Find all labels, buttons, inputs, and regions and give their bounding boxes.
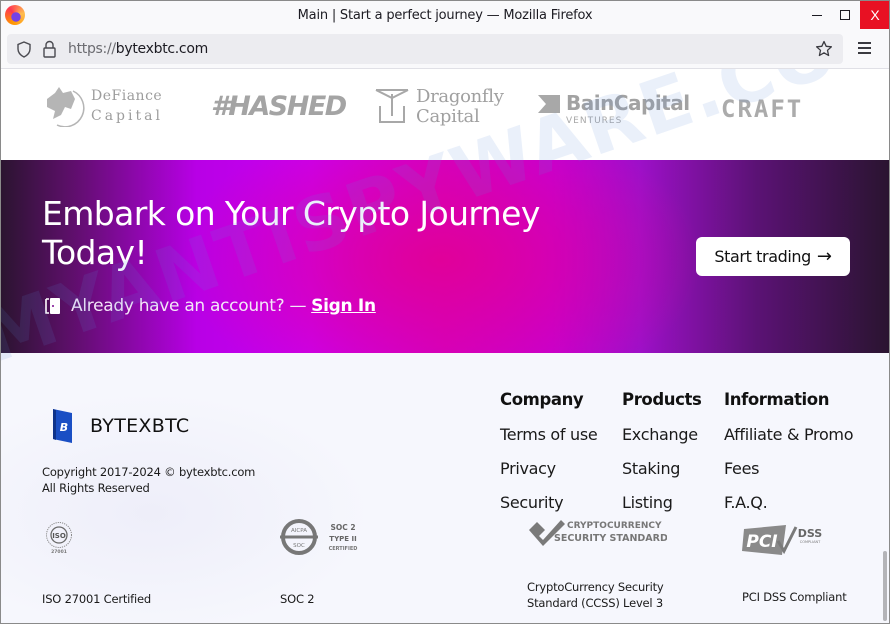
footer-link-staking[interactable]: Staking xyxy=(622,460,701,477)
cert-label: ISO 27001 Certified xyxy=(42,592,151,606)
bain-line2: VENTURES xyxy=(566,116,623,126)
shield-icon[interactable] xyxy=(16,41,32,58)
window-title: Main | Start a perfect journey — Mozilla… xyxy=(297,8,593,23)
browser-window: Main | Start a perfect journey — Mozilla… xyxy=(0,0,890,624)
brand-letter: B xyxy=(60,421,68,434)
dragonfly-line2: Capital xyxy=(416,106,480,127)
signin-row: Already have an account? — Sign In xyxy=(45,296,376,316)
footer-link-affiliate[interactable]: Affiliate & Promo xyxy=(724,426,854,443)
horse-icon xyxy=(47,87,85,127)
hashed-logo: #HASHED xyxy=(211,91,347,122)
nav-bar: https://bytexbtc.com xyxy=(1,31,889,69)
start-trading-label: Start trading xyxy=(714,247,811,266)
footer-link-terms[interactable]: Terms of use xyxy=(500,426,598,443)
account-prompt: Already have an account? — xyxy=(71,296,307,316)
dragonfly-capital-logo: Dragonfly Capital xyxy=(374,87,504,127)
iso-badge-sub: 27001 xyxy=(51,549,67,555)
copyright: Copyright 2017-2024 © bytexbtc.com All R… xyxy=(42,464,255,496)
cert-ccss: CryptoCurrency Security Standard (CCSS) … xyxy=(527,579,664,611)
soc-ring-bottom: SOC xyxy=(293,543,305,549)
door-icon xyxy=(45,298,60,314)
dragonfly-mark-icon xyxy=(375,89,409,123)
arrow-right-icon: → xyxy=(816,246,832,267)
footer-link-fees[interactable]: Fees xyxy=(724,460,853,477)
pci-badge-compliant: COMPLIANT xyxy=(800,540,821,544)
title-bar: Main | Start a perfect journey — Mozilla… xyxy=(1,1,889,31)
defiance-line1: DeFiance xyxy=(91,88,163,104)
url-scheme: https:// xyxy=(68,41,116,57)
soc-badge-certified: CERTIFIED xyxy=(329,546,358,552)
footer-link-faq[interactable]: F.A.Q. xyxy=(724,494,853,511)
banner-title: Embark on Your Crypto Journey Today! xyxy=(42,194,540,272)
bain-mark-icon xyxy=(538,95,560,113)
pci-badge-dss: DSS xyxy=(798,527,823,540)
partners-strip: DeFiance Capital #HASHED Dragonfly Capital… xyxy=(1,69,889,160)
footer-link-exchange[interactable]: Exchange xyxy=(622,426,701,443)
bookmark-star-icon[interactable] xyxy=(815,40,833,58)
cert-iso: ISO 27001 Certified xyxy=(42,591,151,607)
footer: B BYTEXBTC Copyright 2017-2024 © bytexbt… xyxy=(1,353,889,623)
vertical-scrollbar[interactable] xyxy=(883,551,887,621)
footer-column-company: Company Terms of use Privacy Security xyxy=(500,390,598,528)
defiance-capital-logo: DeFiance Capital xyxy=(41,85,163,127)
footer-link-privacy[interactable]: Privacy xyxy=(500,460,597,477)
url-bar[interactable]: https://bytexbtc.com xyxy=(7,34,843,64)
bytexbtc-logo-icon: B xyxy=(53,409,72,443)
pci-dss-badge-icon: PCI DSS COMPLIANT xyxy=(742,525,823,555)
column-heading: Products xyxy=(622,390,702,409)
footer-link-listing[interactable]: Listing xyxy=(622,494,701,511)
craft-logo: CRAFT xyxy=(721,95,804,123)
sign-in-link[interactable]: Sign In xyxy=(311,296,376,316)
close-icon: X xyxy=(870,7,880,23)
close-button[interactable]: X xyxy=(860,1,889,29)
cert-label: SOC 2 xyxy=(280,592,315,606)
cert-soc2: SOC 2 xyxy=(280,591,315,607)
url-input[interactable]: https://bytexbtc.com xyxy=(68,41,208,57)
soc-badge-title: SOC 2 xyxy=(330,523,355,532)
web-page: DeFiance Capital #HASHED Dragonfly Capital… xyxy=(1,69,889,623)
start-trading-button[interactable]: Start trading → xyxy=(696,237,850,276)
soc-ring-top: AICPA xyxy=(291,528,307,534)
minimize-icon xyxy=(812,14,822,16)
hamburger-menu-icon[interactable] xyxy=(858,42,871,57)
cert-pci-dss: PCI DSS Compliant xyxy=(742,589,847,605)
brand-name: BYTEXBTC xyxy=(90,415,190,437)
soc-badge-type: TYPE II xyxy=(329,535,356,543)
footer-link-security[interactable]: Security xyxy=(500,494,597,511)
column-heading: Information xyxy=(724,390,830,409)
pci-badge-text: PCI xyxy=(746,532,777,552)
bain-capital-logo: BainCapital VENTURES xyxy=(538,91,690,126)
cta-banner: Embark on Your Crypto Journey Today! Alr… xyxy=(1,160,889,353)
iso-badge-icon: ISO 27001 xyxy=(46,522,72,555)
footer-column-information: Information Affiliate & Promo Fees F.A.Q… xyxy=(724,390,854,528)
iso-badge-text: ISO xyxy=(52,532,66,540)
bain-line1: BainCapital xyxy=(566,91,690,115)
ccss-badge-line2: SECURITY STANDARD xyxy=(554,533,667,544)
brand[interactable]: B BYTEXBTC xyxy=(53,409,189,443)
url-host: bytexbtc.com xyxy=(115,41,208,57)
cert-label-line1: CryptoCurrency Security xyxy=(527,580,664,594)
minimize-button[interactable] xyxy=(802,1,832,29)
cert-label-line2: Standard (CCSS) Level 3 xyxy=(527,596,663,610)
defiance-line2: Capital xyxy=(91,108,163,124)
maximize-icon xyxy=(840,10,850,20)
copyright-line1: Copyright 2017-2024 © bytexbtc.com xyxy=(42,465,256,479)
copyright-line2: All Rights Reserved xyxy=(42,481,150,495)
column-heading: Company xyxy=(500,390,584,409)
lock-icon[interactable] xyxy=(43,40,56,58)
cert-label: PCI DSS Compliant xyxy=(742,590,847,604)
footer-column-products: Products Exchange Staking Listing xyxy=(622,390,702,528)
ccss-badge-icon: CRYPTOCURRENCY SECURITY STANDARD xyxy=(529,520,667,546)
maximize-button[interactable] xyxy=(830,1,860,29)
soc2-badge-icon: AICPA SOC SOC 2 TYPE II CERTIFIED xyxy=(280,519,358,555)
dragonfly-line1: Dragonfly xyxy=(416,86,504,107)
ccss-badge-line1: CRYPTOCURRENCY xyxy=(567,521,662,531)
